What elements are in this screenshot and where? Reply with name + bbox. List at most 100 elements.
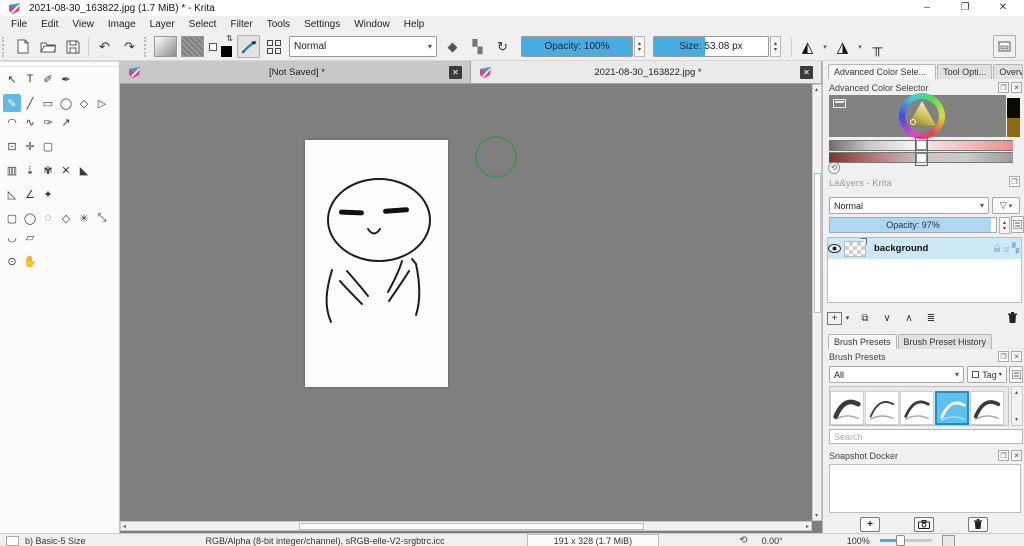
menu-item-image[interactable]: Image <box>101 17 143 32</box>
toolbar-drag-handle[interactable] <box>144 37 150 57</box>
tool-transform[interactable]: ⊡ <box>3 137 21 155</box>
tool-freehand-brush[interactable]: ✎ <box>3 94 21 112</box>
restore-button[interactable]: ❐ <box>946 0 984 15</box>
tab-title[interactable]: 2021-08-30_163822.jpg * <box>496 67 800 78</box>
open-document-button[interactable] <box>36 35 59 58</box>
scroll-down-icon[interactable]: ▾ <box>1015 416 1018 423</box>
tool-rectangle[interactable]: ▭ <box>39 94 57 112</box>
mirror-vertical-button[interactable]: ◮ <box>831 35 854 58</box>
tool-ellipse-select[interactable]: ◯ <box>21 209 39 227</box>
blending-mode-dropdown[interactable]: Normal ▾ <box>289 36 437 57</box>
tool-select-shapes[interactable]: ↖ <box>3 70 21 88</box>
menu-item-layer[interactable]: Layer <box>143 17 182 32</box>
toolbar-drag-handle[interactable] <box>2 37 8 57</box>
brush-presets-button[interactable] <box>262 35 285 58</box>
opacity-slider[interactable]: Opacity: 100% <box>521 36 633 57</box>
menu-item-select[interactable]: Select <box>182 17 224 32</box>
tool-multibrush[interactable]: ↗ <box>57 113 75 131</box>
horizontal-scrollbar[interactable]: ◂ ▸ <box>120 521 812 531</box>
tool-color-sampler[interactable]: ⇣ <box>21 161 39 179</box>
previous-color-swatch[interactable] <box>1007 118 1020 137</box>
color-selector-widget[interactable] <box>829 95 1006 137</box>
layer-blending-mode-dropdown[interactable]: Normal ▾ <box>829 197 989 214</box>
mirror-horizontal-button[interactable]: ◭ <box>796 35 819 58</box>
scroll-up-icon[interactable]: ▴ <box>815 86 818 93</box>
wrap-around-mode-button[interactable]: ╥ <box>866 35 889 58</box>
scroll-up-icon[interactable]: ▴ <box>1015 389 1018 396</box>
canvas-viewport[interactable] <box>120 84 812 521</box>
menu-item-tools[interactable]: Tools <box>260 17 297 32</box>
add-layer-button[interactable]: + <box>827 312 842 325</box>
preset-filter-dropdown[interactable]: All ▾ <box>829 366 964 383</box>
preset-search-input[interactable] <box>829 429 1023 444</box>
tab-close-icon[interactable]: ✕ <box>800 66 813 79</box>
edit-brush-settings-button[interactable] <box>237 35 260 58</box>
mirror-horizontal-options-icon[interactable]: ▾ <box>820 36 830 57</box>
preset-display-mode-button[interactable] <box>1009 366 1023 383</box>
swap-colors-icon[interactable]: ⇅ <box>226 34 233 43</box>
add-layer-options-icon[interactable]: ▾ <box>844 310 851 326</box>
spin-down-icon[interactable]: ▾ <box>635 47 644 53</box>
zoom-slider-thumb[interactable] <box>896 535 905 546</box>
pattern-chooser-button[interactable] <box>181 36 204 57</box>
gradient-chooser-button[interactable] <box>154 36 177 57</box>
shade-strip-handle[interactable] <box>915 137 928 166</box>
save-button[interactable] <box>61 35 84 58</box>
layer-opacity-slider[interactable]: Opacity: 97% <box>829 217 997 233</box>
spin-down-icon[interactable]: ▾ <box>1000 226 1009 232</box>
redo-button[interactable]: ↷ <box>118 35 141 58</box>
menu-item-view[interactable]: View <box>65 17 101 32</box>
close-docker-icon[interactable]: ✕ <box>1011 450 1022 461</box>
opacity-spinner[interactable]: ▴ ▾ <box>634 36 645 57</box>
zoom-slider[interactable] <box>880 539 932 542</box>
minimize-button[interactable]: – <box>908 0 946 15</box>
new-document-button[interactable] <box>11 35 34 58</box>
reload-preset-button[interactable]: ↻ <box>491 35 514 58</box>
close-docker-icon[interactable]: ✕ <box>1011 351 1022 362</box>
tab-title[interactable]: [Not Saved] * <box>145 67 449 78</box>
tab-close-icon[interactable]: ✕ <box>449 66 462 79</box>
scroll-down-icon[interactable]: ▾ <box>815 512 818 519</box>
canvas-rotation-icon[interactable]: ⟲ <box>739 535 747 546</box>
tool-pan[interactable]: ✋ <box>21 252 39 270</box>
switch-to-snapshot-button[interactable] <box>914 517 934 532</box>
tool-magnetic-select[interactable]: ◡ <box>3 228 21 246</box>
tool-enclose-select[interactable]: ▱ <box>21 228 39 246</box>
layer-row-background[interactable]: background α ▚ <box>828 238 1021 259</box>
tool-polygon[interactable]: ◇ <box>75 94 93 112</box>
tool-polyline[interactable]: ▷ <box>93 94 111 112</box>
layer-thumbnail[interactable] <box>844 241 866 257</box>
float-docker-icon[interactable]: ❐ <box>998 450 1009 461</box>
float-docker-icon[interactable]: ❐ <box>1009 176 1020 187</box>
tool-bezier-curve[interactable]: ◠ <box>3 113 21 131</box>
size-slider[interactable]: Size: 53.08 px <box>653 36 769 57</box>
foreground-color-swatch[interactable] <box>221 46 232 57</box>
delete-layer-button[interactable] <box>1004 310 1020 326</box>
choose-workspace-button[interactable] <box>993 35 1016 58</box>
close-button[interactable]: ✕ <box>984 0 1022 15</box>
layer-alpha-icon[interactable]: α <box>1004 244 1009 254</box>
background-color-swatch[interactable] <box>209 43 217 51</box>
float-docker-icon[interactable]: ❐ <box>998 82 1009 93</box>
tool-edit-shapes[interactable]: ✐ <box>39 70 57 88</box>
tab-overview[interactable]: Overv... <box>993 64 1023 79</box>
layer-visibility-icon[interactable] <box>828 244 844 253</box>
vertical-scrollbar[interactable]: ▴ ▾ <box>812 84 822 521</box>
tab-advanced-color-selector[interactable]: Advanced Color Sele... <box>828 64 936 79</box>
size-spinner[interactable]: ▴ ▾ <box>770 36 781 57</box>
tool-measure[interactable]: ∠ <box>21 185 39 203</box>
tool-gradient[interactable]: ▥ <box>3 161 21 179</box>
foreground-background-colors[interactable]: ⇅ <box>208 35 234 58</box>
tool-move[interactable]: ✛ <box>21 137 39 155</box>
layer-name[interactable]: background <box>874 243 990 254</box>
tab-brush-preset-history[interactable]: Brush Preset History <box>898 334 993 349</box>
menu-item-window[interactable]: Window <box>347 17 397 32</box>
toolbox-drag-handle[interactable] <box>0 62 119 67</box>
menu-item-filter[interactable]: Filter <box>223 17 259 32</box>
menu-item-file[interactable]: File <box>4 17 34 32</box>
move-layer-down-button[interactable]: ∨ <box>879 310 895 326</box>
hue-ring[interactable] <box>899 93 945 139</box>
brush-preset-paintbrush[interactable] <box>970 391 1004 425</box>
selector-settings-icon[interactable] <box>833 99 846 108</box>
tab-brush-presets[interactable]: Brush Presets <box>828 334 897 349</box>
